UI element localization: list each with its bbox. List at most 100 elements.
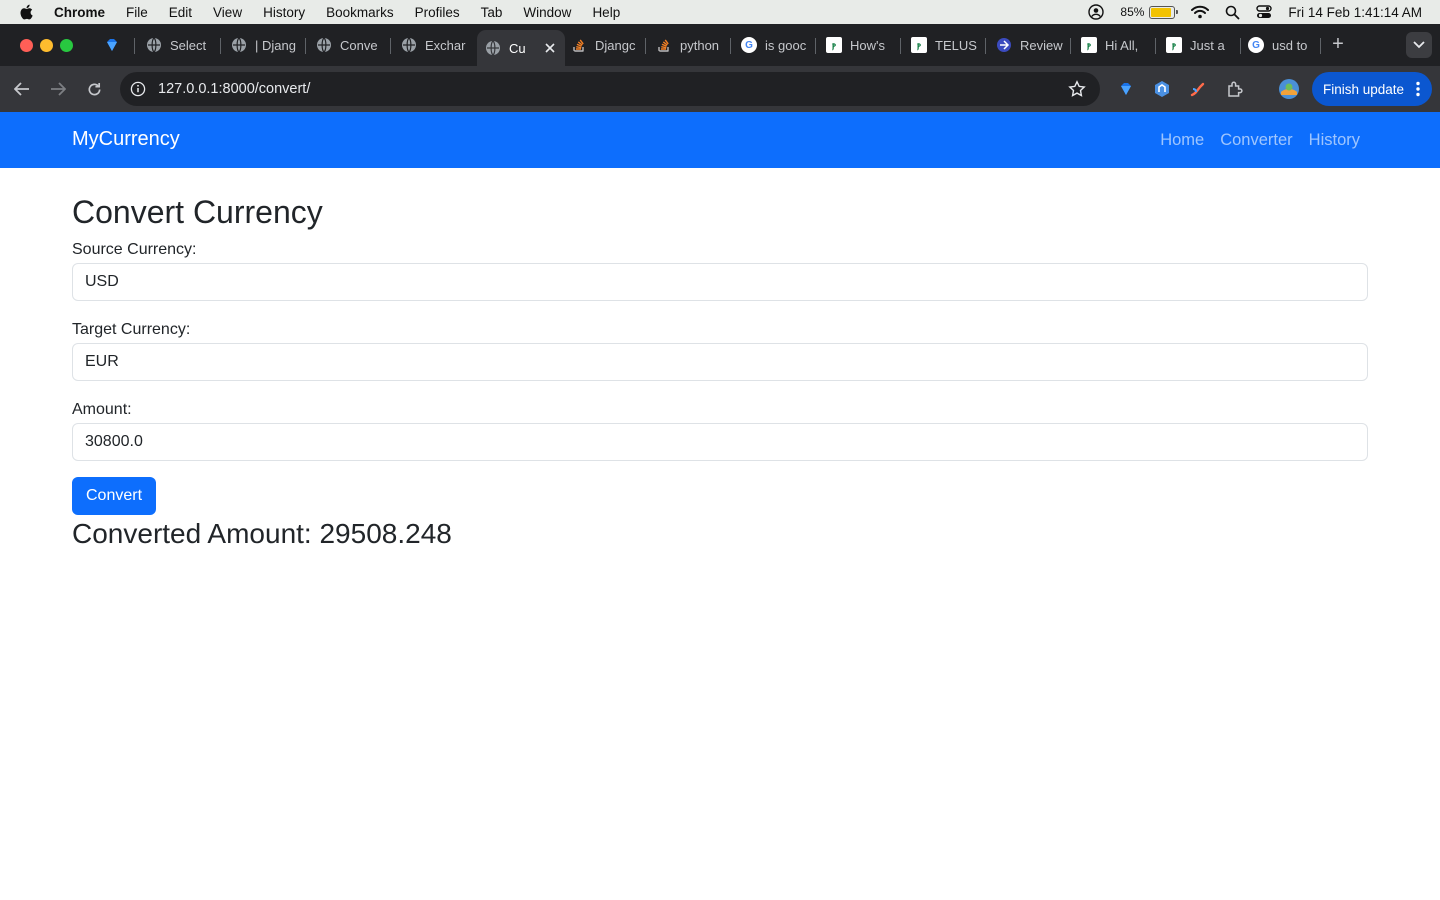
page-title: Convert Currency: [72, 194, 323, 230]
tab-review[interactable]: Review: [988, 30, 1070, 60]
upwork-favicon-icon: ⲣ: [826, 37, 842, 53]
menu-app-chrome[interactable]: Chrome: [54, 5, 105, 20]
site-nav-links: Home Converter History: [1144, 131, 1360, 150]
tab-just-a[interactable]: ⲣ Just a: [1158, 30, 1240, 60]
nav-link-history[interactable]: History: [1309, 131, 1360, 150]
menu-bookmarks[interactable]: Bookmarks: [326, 5, 394, 20]
battery-status[interactable]: 85%: [1120, 5, 1179, 19]
tab-select[interactable]: Select: [138, 30, 218, 60]
close-tab-icon[interactable]: [545, 43, 555, 53]
tab-google-1[interactable]: G is gooc: [733, 30, 815, 60]
minimize-window-button[interactable]: [40, 39, 53, 52]
user-account-icon[interactable]: [1088, 4, 1105, 20]
source-currency-label: Source Currency:: [72, 241, 197, 258]
menu-file[interactable]: File: [126, 5, 148, 20]
converted-amount-result: Converted Amount: 29508.248: [72, 518, 452, 549]
tab-label: Exchar: [425, 37, 466, 53]
globe-favicon-icon: [402, 37, 416, 53]
tab-label: is gooc: [765, 37, 807, 53]
zoom-window-button[interactable]: [60, 39, 73, 52]
menu-tab[interactable]: Tab: [481, 5, 503, 20]
browser-chrome: Select | Djang Conve Exchar Cu Djangc py…: [0, 24, 1440, 112]
tab-python[interactable]: python: [648, 30, 732, 60]
control-center-icon[interactable]: [1256, 5, 1273, 19]
site-brand[interactable]: MyCurrency: [72, 128, 180, 151]
site-info-icon[interactable]: [130, 81, 146, 97]
menu-profiles[interactable]: Profiles: [415, 5, 460, 20]
wifi-icon[interactable]: [1191, 5, 1210, 19]
nav-link-home[interactable]: Home: [1160, 131, 1204, 150]
menu-history[interactable]: History: [263, 5, 305, 20]
close-window-button[interactable]: [20, 39, 33, 52]
tab-label: Djangc: [595, 37, 636, 53]
plus-icon: +: [1332, 33, 1344, 55]
tab-label: Cu: [509, 40, 526, 56]
tab-django-2[interactable]: Djangc: [563, 30, 647, 60]
target-currency-input[interactable]: EUR: [72, 343, 1368, 381]
reload-icon: [88, 82, 100, 95]
reload-button[interactable]: [83, 78, 105, 100]
tab-hi-all[interactable]: ⲣ Hi All,: [1073, 30, 1155, 60]
menu-edit[interactable]: Edit: [169, 5, 192, 20]
extension-pen-icon[interactable]: [1187, 78, 1209, 100]
menu-window[interactable]: Window: [523, 5, 571, 20]
arrow-left-icon: [14, 82, 29, 96]
tab-label: Select: [170, 37, 207, 53]
address-bar[interactable]: 127.0.0.1:8000/convert/: [120, 72, 1100, 106]
tab-telus[interactable]: ⲣ TELUS: [903, 30, 985, 60]
battery-icon: [1149, 5, 1179, 19]
site-navbar: MyCurrency Home Converter History: [0, 112, 1440, 168]
apple-icon[interactable]: [18, 3, 36, 21]
back-button[interactable]: [11, 78, 33, 100]
bookmark-star-icon[interactable]: [1068, 80, 1086, 98]
tab-label: How's: [850, 37, 885, 53]
globe-favicon-icon: [147, 37, 161, 53]
tab-strip: Select | Djang Conve Exchar Cu Djangc py…: [0, 24, 1440, 66]
convert-form: Convert Currency Source Currency: USD Ta…: [72, 194, 1368, 551]
tab-label: | Djang: [255, 37, 296, 53]
tab-label: python: [680, 37, 720, 53]
battery-percent: 85%: [1120, 5, 1145, 19]
tab-django-1[interactable]: | Djang: [223, 30, 305, 60]
upwork-favicon-icon: ⲣ: [1166, 37, 1182, 53]
tab-convert[interactable]: Conve: [308, 30, 390, 60]
spotlight-search-icon[interactable]: [1225, 5, 1240, 20]
convert-button[interactable]: Convert: [72, 477, 156, 515]
tab-hows[interactable]: ⲣ How's: [818, 30, 900, 60]
source-currency-input[interactable]: USD: [72, 263, 1368, 301]
finish-update-label: Finish update: [1323, 81, 1405, 97]
upwork-favicon-icon: ⲣ: [911, 37, 927, 53]
finish-update-button[interactable]: Finish update: [1312, 72, 1432, 106]
amount-input[interactable]: 30800.0: [72, 423, 1368, 461]
extension-gem-icon[interactable]: [1115, 78, 1137, 100]
tab-pinned[interactable]: [96, 30, 134, 60]
menu-view[interactable]: View: [213, 5, 242, 20]
new-tab-button[interactable]: +: [1328, 32, 1348, 56]
menu-help[interactable]: Help: [592, 5, 620, 20]
nav-link-converter[interactable]: Converter: [1220, 131, 1292, 150]
stackoverflow-favicon-icon: [658, 39, 669, 52]
globe-favicon-icon: [232, 37, 246, 53]
arrow-right-icon: [51, 82, 66, 96]
tab-label: Conve: [340, 37, 378, 53]
chevron-down-icon: [1413, 41, 1425, 49]
browser-toolbar: 127.0.0.1:8000/convert/ Finish update: [0, 66, 1440, 112]
profile-avatar[interactable]: [1278, 78, 1300, 100]
globe-favicon-icon: [486, 40, 500, 56]
gem-favicon-icon: [107, 39, 117, 51]
tab-label: usd to: [1272, 37, 1308, 53]
google-favicon-icon: G: [1248, 37, 1264, 53]
forward-button[interactable]: [47, 78, 69, 100]
extensions-puzzle-icon[interactable]: [1224, 78, 1246, 100]
tab-active-currency[interactable]: Cu: [477, 30, 565, 66]
more-vert-icon: [1416, 81, 1420, 97]
amount-label: Amount:: [72, 401, 132, 418]
extension-shield-icon[interactable]: [1151, 78, 1173, 100]
tab-search-button[interactable]: [1406, 32, 1432, 58]
menubar-clock[interactable]: Fri 14 Feb 1:41:14 AM: [1288, 5, 1422, 20]
stackoverflow-favicon-icon: [573, 39, 584, 52]
window-controls: [20, 39, 80, 52]
tab-exchange[interactable]: Exchar: [393, 30, 475, 60]
url-text[interactable]: 127.0.0.1:8000/convert/: [158, 81, 310, 97]
tab-usd-to[interactable]: G usd to: [1240, 30, 1322, 60]
